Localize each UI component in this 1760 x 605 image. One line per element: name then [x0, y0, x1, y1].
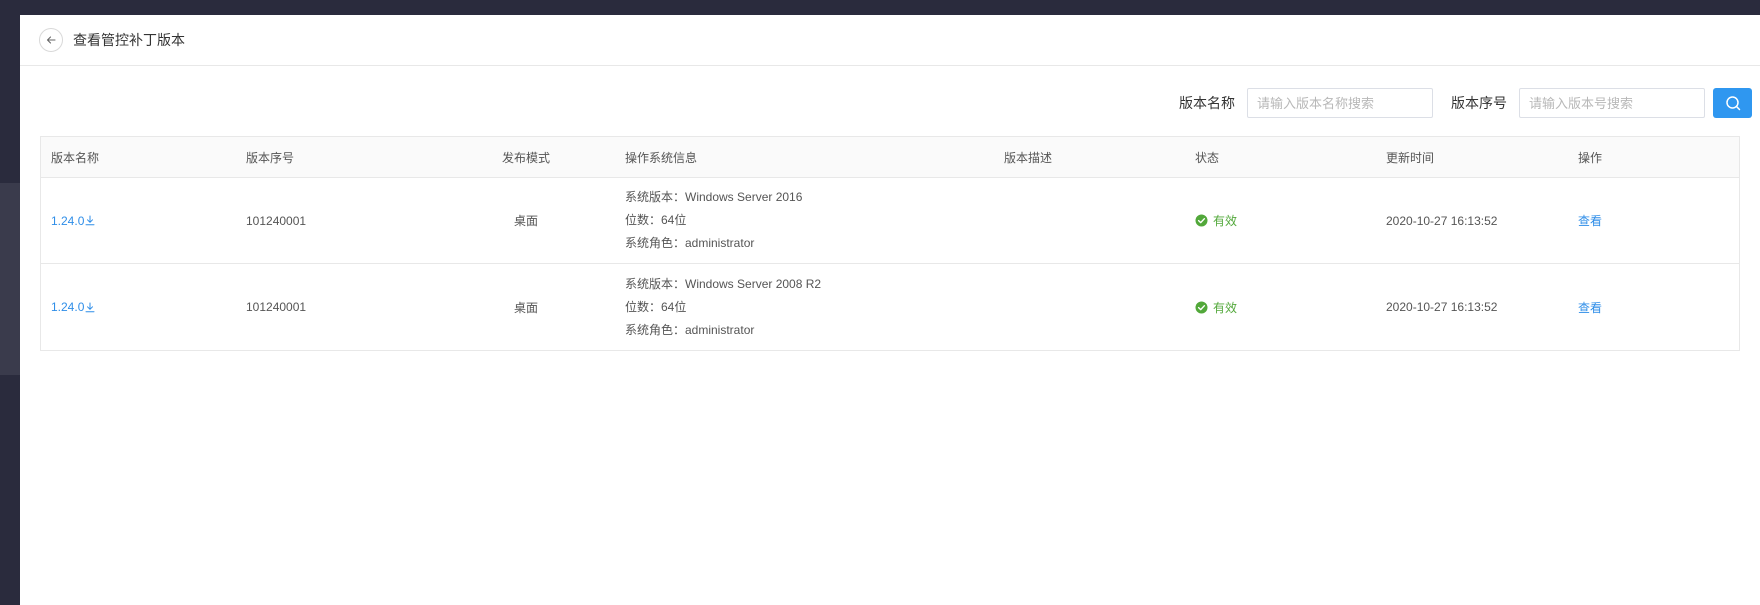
status-badge: 有效	[1195, 299, 1237, 316]
column-header-serial: 版本序号	[246, 150, 295, 165]
updated-time: 2020-10-27 16:13:52	[1386, 213, 1498, 228]
download-icon	[85, 215, 95, 226]
page-title: 查看管控补丁版本	[73, 32, 185, 48]
column-header-os-info: 操作系统信息	[625, 150, 698, 165]
sidebar-shade	[0, 183, 20, 375]
column-header-action: 操作	[1578, 150, 1603, 165]
status-text: 有效	[1213, 214, 1238, 228]
release-mode: 桌面	[513, 214, 538, 228]
search-icon	[1725, 96, 1740, 111]
arrow-left-icon	[46, 36, 56, 44]
column-header-status: 状态	[1195, 150, 1220, 165]
os-bits: 位数：64位	[625, 299, 687, 314]
version-name: 1.24.0	[51, 213, 85, 228]
os-version: 系统版本：Windows Server 2008 R2	[625, 276, 822, 291]
column-header-mode: 发布模式	[501, 150, 550, 165]
os-version: 系统版本：Windows Server 2016	[625, 190, 803, 204]
main-panel: 查看管控补丁版本 版本名称 版本序号 版本名称 版本序号 发布模式 操作系统信息…	[20, 15, 1760, 605]
column-header-version-name: 版本名称	[51, 150, 100, 165]
check-circle-icon	[1195, 214, 1208, 227]
version-download-link[interactable]: 1.24.0	[51, 300, 95, 314]
patch-version-table: 版本名称 版本序号 发布模式 操作系统信息 版本描述 状态 更新时间 操作 1.…	[40, 136, 1740, 351]
os-info: 系统版本：Windows Server 2016 位数：64位 系统角色：adm…	[625, 178, 802, 263]
version-serial-input[interactable]	[1519, 88, 1705, 118]
page-header: 查看管控补丁版本	[20, 15, 1760, 66]
table-row: 1.24.0 101240001 桌面 系统版本：Windows Server …	[41, 264, 1739, 350]
version-serial-label: 版本序号	[1451, 95, 1507, 111]
os-role: 系统角色：administrator	[625, 322, 755, 337]
version-download-link[interactable]: 1.24.0	[51, 214, 95, 228]
version-serial: 101240001	[246, 300, 307, 314]
back-button[interactable]	[39, 28, 63, 52]
download-icon	[85, 302, 95, 312]
app-backdrop	[0, 0, 20, 605]
os-info: 系统版本：Windows Server 2008 R2 位数：64位 系统角色：…	[625, 264, 821, 350]
table-row: 1.24.0 101240001 桌面 系统版本：Windows Server …	[41, 178, 1739, 264]
version-name-label: 版本名称	[1179, 95, 1235, 111]
table-header: 版本名称 版本序号 发布模式 操作系统信息 版本描述 状态 更新时间 操作	[41, 137, 1739, 178]
column-header-updated: 更新时间	[1386, 150, 1435, 165]
release-mode: 桌面	[513, 300, 538, 315]
column-header-description: 版本描述	[1004, 150, 1053, 165]
view-link[interactable]: 查看	[1578, 299, 1602, 316]
version-name-input[interactable]	[1247, 88, 1433, 118]
status-text: 有效	[1213, 300, 1238, 315]
version-serial: 101240001	[246, 213, 307, 228]
status-badge: 有效	[1195, 212, 1237, 229]
updated-time: 2020-10-27 16:13:52	[1386, 300, 1498, 314]
search-button[interactable]	[1713, 88, 1752, 118]
os-role: 系统角色：administrator	[625, 236, 755, 250]
view-link[interactable]: 查看	[1578, 212, 1602, 229]
os-bits: 位数：64位	[625, 213, 687, 227]
version-name: 1.24.0	[51, 300, 85, 314]
check-circle-icon	[1195, 301, 1208, 313]
filter-bar: 版本名称 版本序号	[1179, 88, 1752, 118]
